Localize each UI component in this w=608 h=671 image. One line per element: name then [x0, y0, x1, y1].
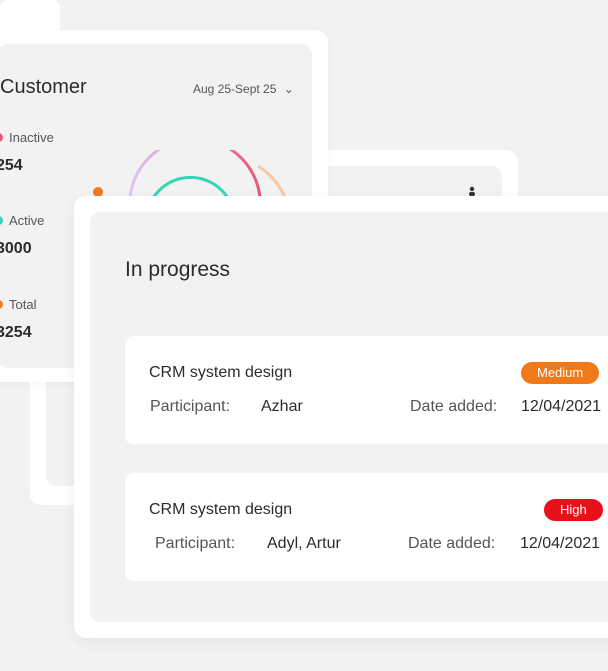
priority-badge-medium: Medium [521, 362, 600, 384]
ring-orange-arc [257, 164, 288, 201]
inactive-dot-icon [0, 133, 3, 142]
legend-active-value: 3000 [0, 240, 32, 257]
legend-inactive-value: 254 [0, 157, 23, 174]
participant-label: Participant: [155, 535, 236, 552]
person-icon [469, 186, 475, 196]
legend-inactive: Inactive [0, 130, 54, 145]
task-name: CRM system design [149, 364, 293, 381]
total-dot-icon [0, 300, 3, 309]
participant-value: Azhar [261, 398, 303, 415]
date-added-label: Date added: [410, 398, 498, 415]
date-range-label: Aug 25-Sept 25 [193, 82, 277, 96]
priority-badge-high: High [544, 499, 603, 521]
active-dot-icon [0, 216, 3, 225]
legend-active: Active [0, 213, 44, 228]
legend-total-value: 3254 [0, 324, 32, 341]
task-name: CRM system design [149, 501, 293, 518]
date-range-dropdown[interactable]: Aug 25-Sept 25 ⌄ [193, 82, 294, 96]
legend-inactive-label: Inactive [9, 130, 54, 145]
chevron-down-icon: ⌄ [283, 82, 294, 96]
date-added-label: Date added: [408, 535, 496, 552]
participant-label: Participant: [150, 398, 231, 415]
task-card[interactable]: CRM system design Medium Participant: Az… [125, 336, 608, 444]
in-progress-title: In progress [125, 258, 231, 281]
task-card[interactable]: CRM system design High Participant: Adyl… [125, 473, 608, 581]
date-added-value: 12/04/2021 [520, 535, 601, 552]
legend-active-label: Active [9, 213, 45, 228]
customer-title: Customer [0, 76, 87, 98]
legend-total-label: Total [9, 297, 37, 312]
date-added-value: 12/04/2021 [521, 398, 602, 415]
legend-total: Total [0, 297, 36, 312]
participant-value: Adyl, Artur [267, 535, 341, 552]
